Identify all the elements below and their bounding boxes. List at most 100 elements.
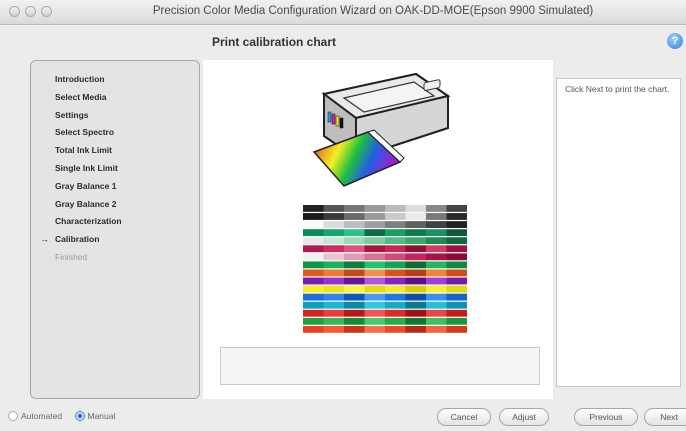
chart-patch (426, 261, 447, 269)
step-label: Single Ink Limit (55, 162, 118, 173)
chart-patch (323, 293, 345, 301)
chart-patch (426, 269, 447, 277)
chart-patch (405, 261, 427, 269)
step-item: Settings (39, 110, 122, 128)
chart-patch (446, 213, 467, 220)
chart-patch (385, 229, 406, 237)
chart-patch (344, 261, 365, 269)
step-label: Gray Balance 2 (55, 198, 117, 209)
chart-patch (385, 213, 406, 220)
chart-patch (344, 229, 365, 237)
chart-patch (323, 285, 345, 293)
chart-patch (364, 285, 386, 293)
chart-patch (385, 301, 406, 309)
chart-patch (344, 301, 365, 309)
step-label: Introduction (55, 74, 105, 84)
chart-patch (405, 213, 427, 220)
automated-label: Automated (21, 410, 63, 421)
wizard-header: Print calibration chart ? (0, 25, 686, 59)
chart-patch (405, 301, 427, 309)
chart-patch (446, 285, 467, 293)
chart-patch (303, 213, 324, 220)
automated-radio[interactable] (8, 410, 18, 421)
chart-patch (426, 213, 447, 220)
chart-patch (303, 269, 324, 277)
footer-bar: Automated Manual Cancel Adjust Previous … (0, 400, 686, 431)
chart-patch (446, 229, 467, 237)
chart-patch (446, 317, 467, 325)
previous-button[interactable]: Previous (574, 408, 638, 426)
chart-patch (323, 269, 345, 277)
step-item: Gray Balance 1 (39, 181, 122, 199)
chart-patch (426, 205, 447, 212)
chart-patch (323, 213, 345, 220)
chart-patch (344, 285, 365, 293)
chart-patch (446, 253, 467, 261)
chart-patch (446, 237, 467, 245)
chart-patch (323, 221, 345, 228)
chart-patch (385, 205, 406, 212)
chart-patch (323, 277, 345, 285)
chart-patch (323, 205, 345, 212)
chart-patch (303, 253, 324, 261)
chart-patch (446, 205, 467, 212)
chart-patch (405, 309, 427, 317)
step-label: Select Spectro (55, 127, 115, 138)
chart-patch (385, 269, 406, 277)
chart-patch (405, 253, 427, 261)
chart-patch (303, 293, 324, 301)
chart-patch (446, 245, 467, 253)
step-item: Finished (39, 252, 122, 270)
step-label: Finished (55, 251, 88, 262)
status-box (220, 347, 540, 385)
chart-patch (323, 245, 345, 253)
chart-patch (323, 261, 345, 269)
chart-patch (364, 205, 386, 212)
chart-patch (405, 269, 427, 277)
chart-patch (426, 285, 447, 293)
help-icon[interactable]: ? (667, 33, 683, 49)
chart-patch (385, 285, 406, 293)
chart-patch (364, 309, 386, 317)
chart-patch (303, 237, 324, 245)
chart-patch (344, 205, 365, 212)
step-item: Total Ink Limit (39, 145, 122, 163)
chart-patch (364, 229, 386, 237)
chart-patch (405, 229, 427, 237)
chart-patch (385, 317, 406, 325)
chart-patch (364, 221, 386, 228)
step-list: Introduction Select Media Settings Select S… (39, 74, 122, 270)
chart-patch (446, 269, 467, 277)
chart-patch (303, 309, 324, 317)
chart-patch (323, 325, 345, 333)
chart-patch (344, 269, 365, 277)
cancel-button[interactable]: Cancel (437, 408, 491, 426)
printer-illustration (312, 72, 451, 187)
manual-radio[interactable] (74, 410, 85, 421)
chart-patch (385, 221, 406, 228)
chart-patch (344, 245, 365, 253)
chart-patch (364, 301, 386, 309)
chart-patch (344, 253, 365, 261)
step-item: → Calibration (39, 234, 122, 252)
step-item: Introduction (39, 74, 122, 92)
chart-patch (364, 325, 386, 333)
chart-patch (426, 245, 447, 253)
chart-patch (344, 293, 365, 301)
chart-patch (385, 277, 406, 285)
chart-patch (405, 293, 427, 301)
chart-patch (405, 277, 427, 285)
info-text: Click Next to print the chart. (565, 84, 670, 94)
chart-patch (405, 245, 427, 253)
chart-patch (364, 213, 386, 220)
next-button[interactable]: Next (644, 408, 686, 426)
chart-patch (405, 221, 427, 228)
chart-patch (446, 277, 467, 285)
step-item: Characterization (39, 216, 122, 234)
chart-patch (405, 317, 427, 325)
chart-patch (426, 293, 447, 301)
chart-patch (323, 309, 345, 317)
chart-patch (385, 309, 406, 317)
adjust-button[interactable]: Adjust (499, 408, 549, 426)
chart-patch (303, 221, 324, 228)
